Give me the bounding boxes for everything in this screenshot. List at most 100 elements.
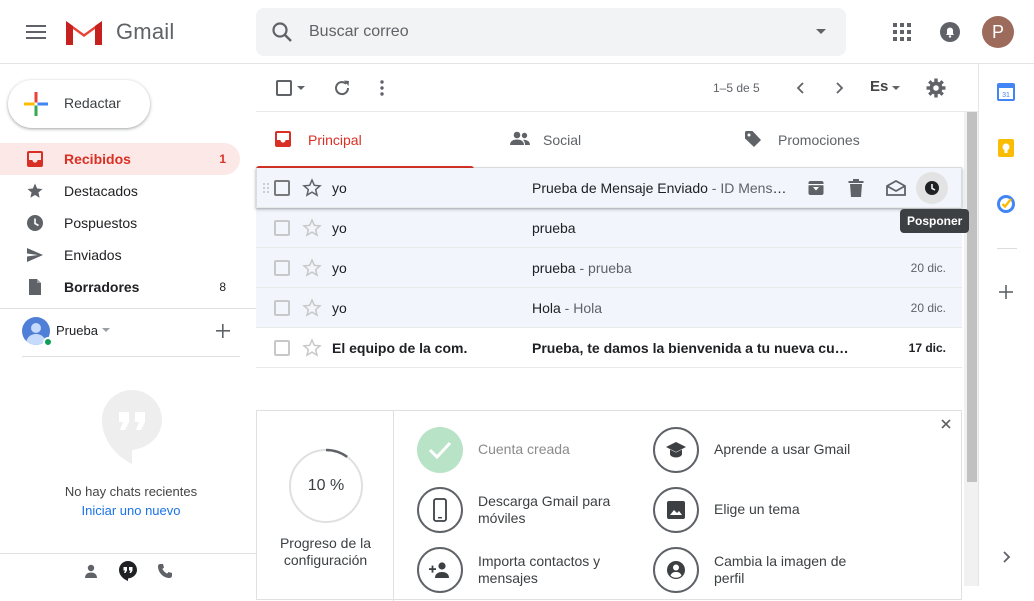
draft-icon xyxy=(29,279,41,295)
notifications-button[interactable] xyxy=(930,12,970,52)
older-button[interactable] xyxy=(828,76,852,100)
tab-label: Promociones xyxy=(778,132,860,148)
sidebar-item-starred[interactable]: Destacados xyxy=(0,175,240,207)
sidebar-divider xyxy=(0,308,256,309)
inbox-icon xyxy=(27,151,43,167)
row-checkbox[interactable] xyxy=(274,340,290,356)
table-row[interactable]: yo prueba - prueba 20 dic. xyxy=(256,248,962,288)
task-import-contacts[interactable]: Importa contactos y mensajes xyxy=(417,547,637,595)
table-row[interactable]: yo Hola - Hola 20 dic. xyxy=(256,288,962,328)
trash-icon xyxy=(848,179,864,197)
main-menu-button[interactable] xyxy=(16,12,56,52)
person-icon xyxy=(85,564,97,578)
star-icon xyxy=(27,183,43,198)
bell-icon xyxy=(940,22,960,42)
no-chats-text: No hay chats recientes xyxy=(64,484,198,499)
expand-panel-button[interactable] xyxy=(996,547,1018,569)
select-all-checkbox[interactable] xyxy=(272,76,296,100)
email-subject: Prueba de Mensaje Enviado - ID Mensaje xyxy=(532,180,788,196)
phone-tab[interactable] xyxy=(151,558,179,584)
progress-percentage: 10 % xyxy=(307,477,345,494)
task-change-photo[interactable]: Cambia la imagen de perfil xyxy=(653,547,873,595)
star-outline-icon[interactable] xyxy=(302,258,322,278)
email-sender: yo xyxy=(332,260,347,276)
chevron-down-icon xyxy=(892,86,900,90)
delete-button[interactable] xyxy=(844,176,868,200)
close-icon[interactable] xyxy=(941,419,951,429)
clock-icon xyxy=(925,181,939,195)
compose-button[interactable]: Redactar xyxy=(8,80,150,128)
select-options-dropdown[interactable] xyxy=(294,76,308,100)
more-actions-button[interactable] xyxy=(370,76,394,100)
refresh-button[interactable] xyxy=(330,76,354,100)
gmail-logo[interactable]: Gmail xyxy=(64,16,174,48)
row-checkbox[interactable] xyxy=(274,180,290,196)
input-tools-language[interactable]: Es xyxy=(870,78,888,95)
task-download-app[interactable]: Descarga Gmail para móviles xyxy=(417,487,637,535)
sidebar-item-label: Destacados xyxy=(64,183,138,199)
tab-label: Principal xyxy=(308,132,362,148)
star-outline-icon[interactable] xyxy=(302,338,322,358)
calendar-addon[interactable]: 31 xyxy=(996,82,1018,104)
gear-icon xyxy=(926,78,946,98)
email-sender: yo xyxy=(332,300,347,316)
hangouts-user[interactable]: Prueba xyxy=(22,317,242,349)
search-options-icon xyxy=(816,29,826,34)
settings-button[interactable] xyxy=(924,76,948,100)
star-outline-icon[interactable] xyxy=(302,178,322,198)
task-label: Cambia la imagen de perfil xyxy=(714,553,847,586)
task-account-created: Cuenta creada xyxy=(417,427,637,475)
star-outline-icon[interactable] xyxy=(302,218,322,238)
rail-divider xyxy=(997,248,1017,249)
star-outline-icon[interactable] xyxy=(302,298,322,318)
keep-addon[interactable] xyxy=(996,138,1018,160)
tasks-addon[interactable] xyxy=(996,194,1018,216)
tab-social[interactable]: Social xyxy=(491,112,709,168)
email-sender: El equipo de la com. xyxy=(332,340,468,356)
task-learn-gmail[interactable]: Aprende a usar Gmail xyxy=(653,427,873,475)
plus-icon xyxy=(216,324,230,338)
email-sender: yo xyxy=(332,180,347,196)
account-circle-icon xyxy=(653,547,699,593)
row-checkbox[interactable] xyxy=(274,220,290,236)
archive-button[interactable] xyxy=(804,176,828,200)
sidebar-item-inbox[interactable]: Recibidos 1 xyxy=(0,143,240,175)
chevron-down-icon xyxy=(102,328,110,332)
table-row[interactable]: yo Prueba de Mensaje Enviado - ID Mensaj… xyxy=(256,168,962,208)
sidebar-item-label: Enviados xyxy=(64,247,122,263)
row-checkbox[interactable] xyxy=(274,300,290,316)
add-person-icon xyxy=(417,547,463,593)
scrollbar-thumb[interactable] xyxy=(967,112,977,482)
calendar-icon: 31 xyxy=(997,83,1015,101)
mark-as-read-button[interactable] xyxy=(884,176,908,200)
email-date: 17 dic. xyxy=(908,341,946,355)
account-avatar[interactable]: P xyxy=(982,16,1014,48)
chevron-right-icon xyxy=(836,82,844,94)
task-choose-theme[interactable]: Elige un tema xyxy=(653,487,873,535)
search-bar[interactable]: Buscar correo xyxy=(256,8,846,56)
chats-tab[interactable] xyxy=(114,558,142,584)
tab-principal[interactable]: Principal xyxy=(256,112,474,169)
tab-promotions[interactable]: Promociones xyxy=(726,112,944,168)
new-conversation-button[interactable] xyxy=(214,322,232,340)
setup-progress-panel: 10 % Progreso de la configuración xyxy=(257,411,394,601)
apps-grid-icon xyxy=(893,23,911,41)
table-row[interactable]: El equipo de la com. Prueba, te damos la… xyxy=(256,328,962,368)
compose-label: Redactar xyxy=(64,95,121,111)
apps-button[interactable] xyxy=(882,12,922,52)
sidebar-item-snoozed[interactable]: Pospuestos xyxy=(0,207,240,239)
get-addons-button[interactable] xyxy=(996,282,1018,304)
table-row[interactable]: yo prueba xyxy=(256,208,962,248)
online-status-dot xyxy=(43,337,53,347)
row-checkbox[interactable] xyxy=(274,260,290,276)
task-label: Aprende a usar Gmail xyxy=(714,441,851,457)
sidebar-item-drafts[interactable]: Borradores 8 xyxy=(0,271,240,303)
snooze-button[interactable] xyxy=(916,172,948,204)
phone-icon xyxy=(158,564,172,578)
search-input[interactable]: Buscar correo xyxy=(309,23,409,41)
sidebar-item-sent[interactable]: Enviados xyxy=(0,239,240,271)
contacts-tab[interactable] xyxy=(77,558,105,584)
start-new-chat-link[interactable]: Iniciar uno nuevo xyxy=(0,503,262,518)
hangouts-bottom-divider xyxy=(0,553,256,554)
newer-button[interactable] xyxy=(788,76,812,100)
